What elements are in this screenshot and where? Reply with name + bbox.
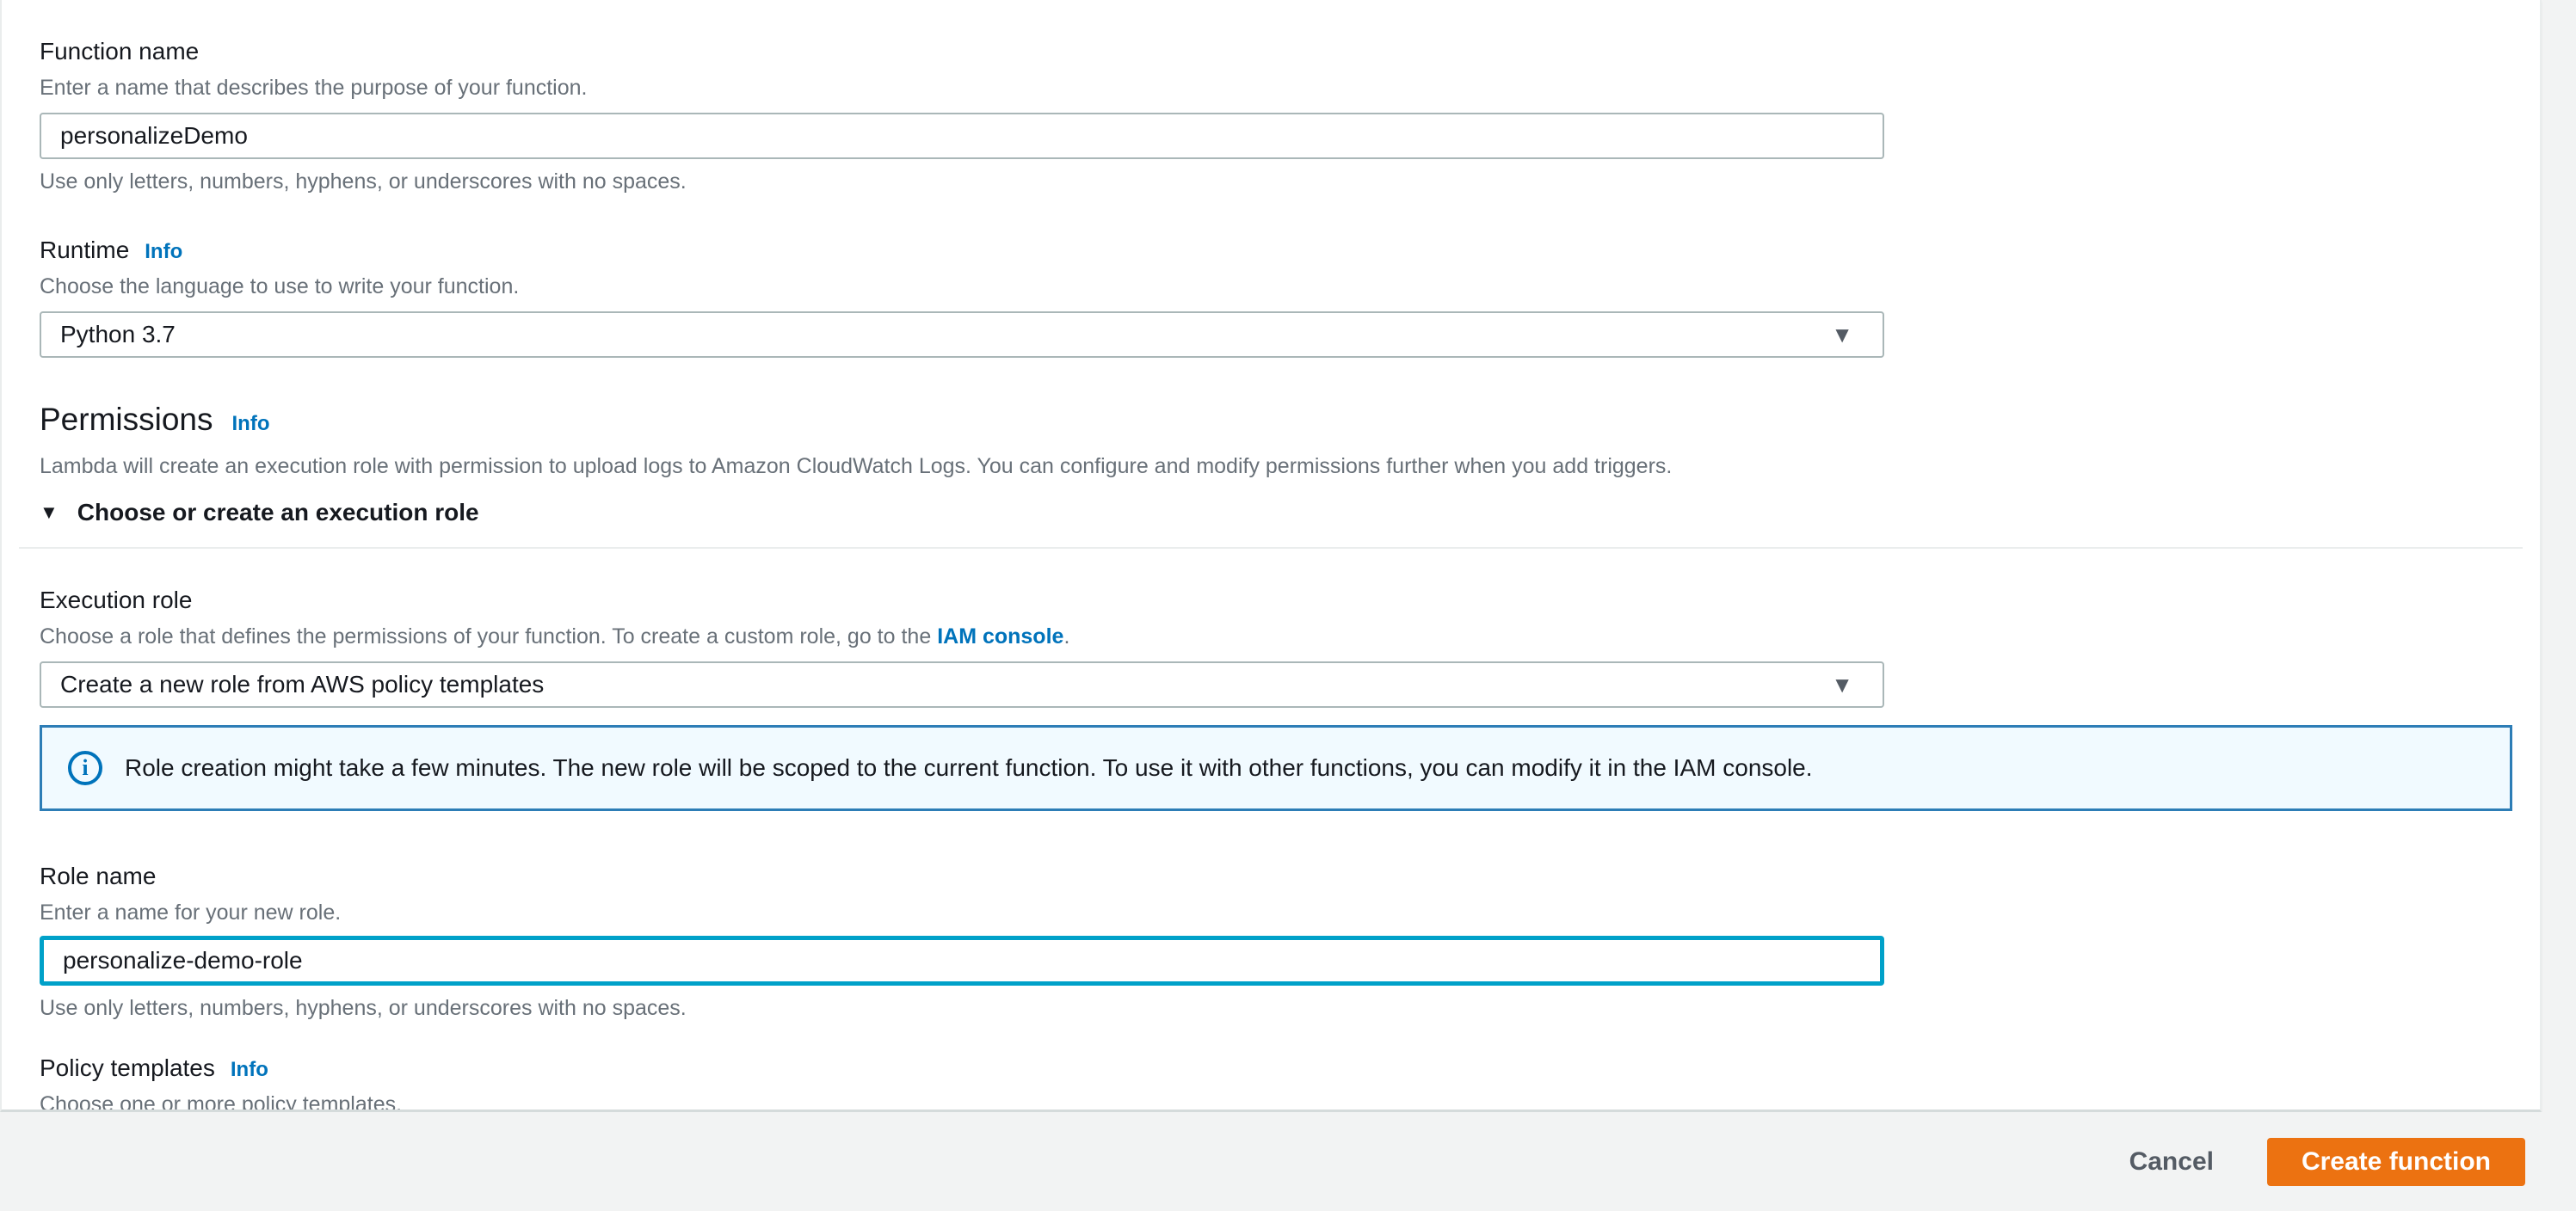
cancel-button[interactable]: Cancel [2121,1147,2222,1177]
runtime-description: Choose the language to use to write your… [40,274,520,298]
role-creation-alert-text: Role creation might take a few minutes. … [125,754,1813,781]
execution-role-description-text: Choose a role that defines the permissio… [40,624,938,649]
role-name-input[interactable] [40,936,1884,986]
function-name-description: Enter a name that describes the purpose … [40,76,588,100]
function-name-input[interactable] [40,113,1884,159]
chevron-down-icon: ▼ [1831,321,1853,347]
expander-label: Choose or create an execution role [77,499,479,526]
create-function-card: Function name Enter a name that describe… [0,0,2542,1112]
function-name-group: Function name Enter a name that describe… [40,36,2502,195]
policy-templates-label: Policy templates [40,1054,215,1081]
runtime-select-value: Python 3.7 [60,321,176,347]
execution-role-select[interactable]: Create a new role from AWS policy templa… [40,661,1884,708]
runtime-group: Runtime Info Choose the language to use … [40,235,2502,358]
permissions-title: Permissions [40,402,213,437]
role-name-constraint: Use only letters, numbers, hyphens, or u… [40,996,687,1020]
function-name-constraint: Use only letters, numbers, hyphens, or u… [40,169,687,194]
chevron-down-icon: ▼ [1831,671,1853,698]
role-name-group: Role name Enter a name for your new role… [40,861,2502,1022]
policy-templates-group: Policy templates Info Choose one or more… [40,1053,2502,1112]
execution-role-select-value: Create a new role from AWS policy templa… [60,671,545,698]
execution-role-description: Choose a role that defines the permissio… [40,623,2502,650]
permissions-description: Lambda will create an execution role wit… [40,454,1673,478]
execution-role-label: Execution role [40,587,193,613]
role-creation-info-alert: i Role creation might take a few minutes… [40,725,2512,811]
footer-action-bar: Cancel Create function [0,1112,2576,1211]
runtime-select[interactable]: Python 3.7 ▼ [40,311,1884,358]
expander-open-icon: ▼ [40,501,59,523]
runtime-label: Runtime [40,237,130,263]
execution-role-description-period: . [1063,624,1070,649]
permissions-info-link[interactable]: Info [232,412,270,436]
runtime-info-link[interactable]: Info [145,240,182,264]
create-function-button[interactable]: Create function [2266,1137,2525,1186]
role-name-description: Enter a name for your new role. [40,901,342,925]
execution-role-group: Execution role Choose a role that define… [40,585,2512,811]
section-divider [19,547,2523,549]
iam-console-link[interactable]: IAM console [937,624,1063,649]
permissions-section-header: Permissions Info [40,401,2502,439]
function-name-label: Function name [40,38,200,65]
role-name-label: Role name [40,863,157,889]
policy-templates-info-link[interactable]: Info [231,1058,268,1082]
info-circle-icon: i [68,751,102,785]
execution-role-expander[interactable]: ▼ Choose or create an execution role [40,499,2502,526]
policy-templates-description: Choose one or more policy templates. [40,1092,403,1112]
